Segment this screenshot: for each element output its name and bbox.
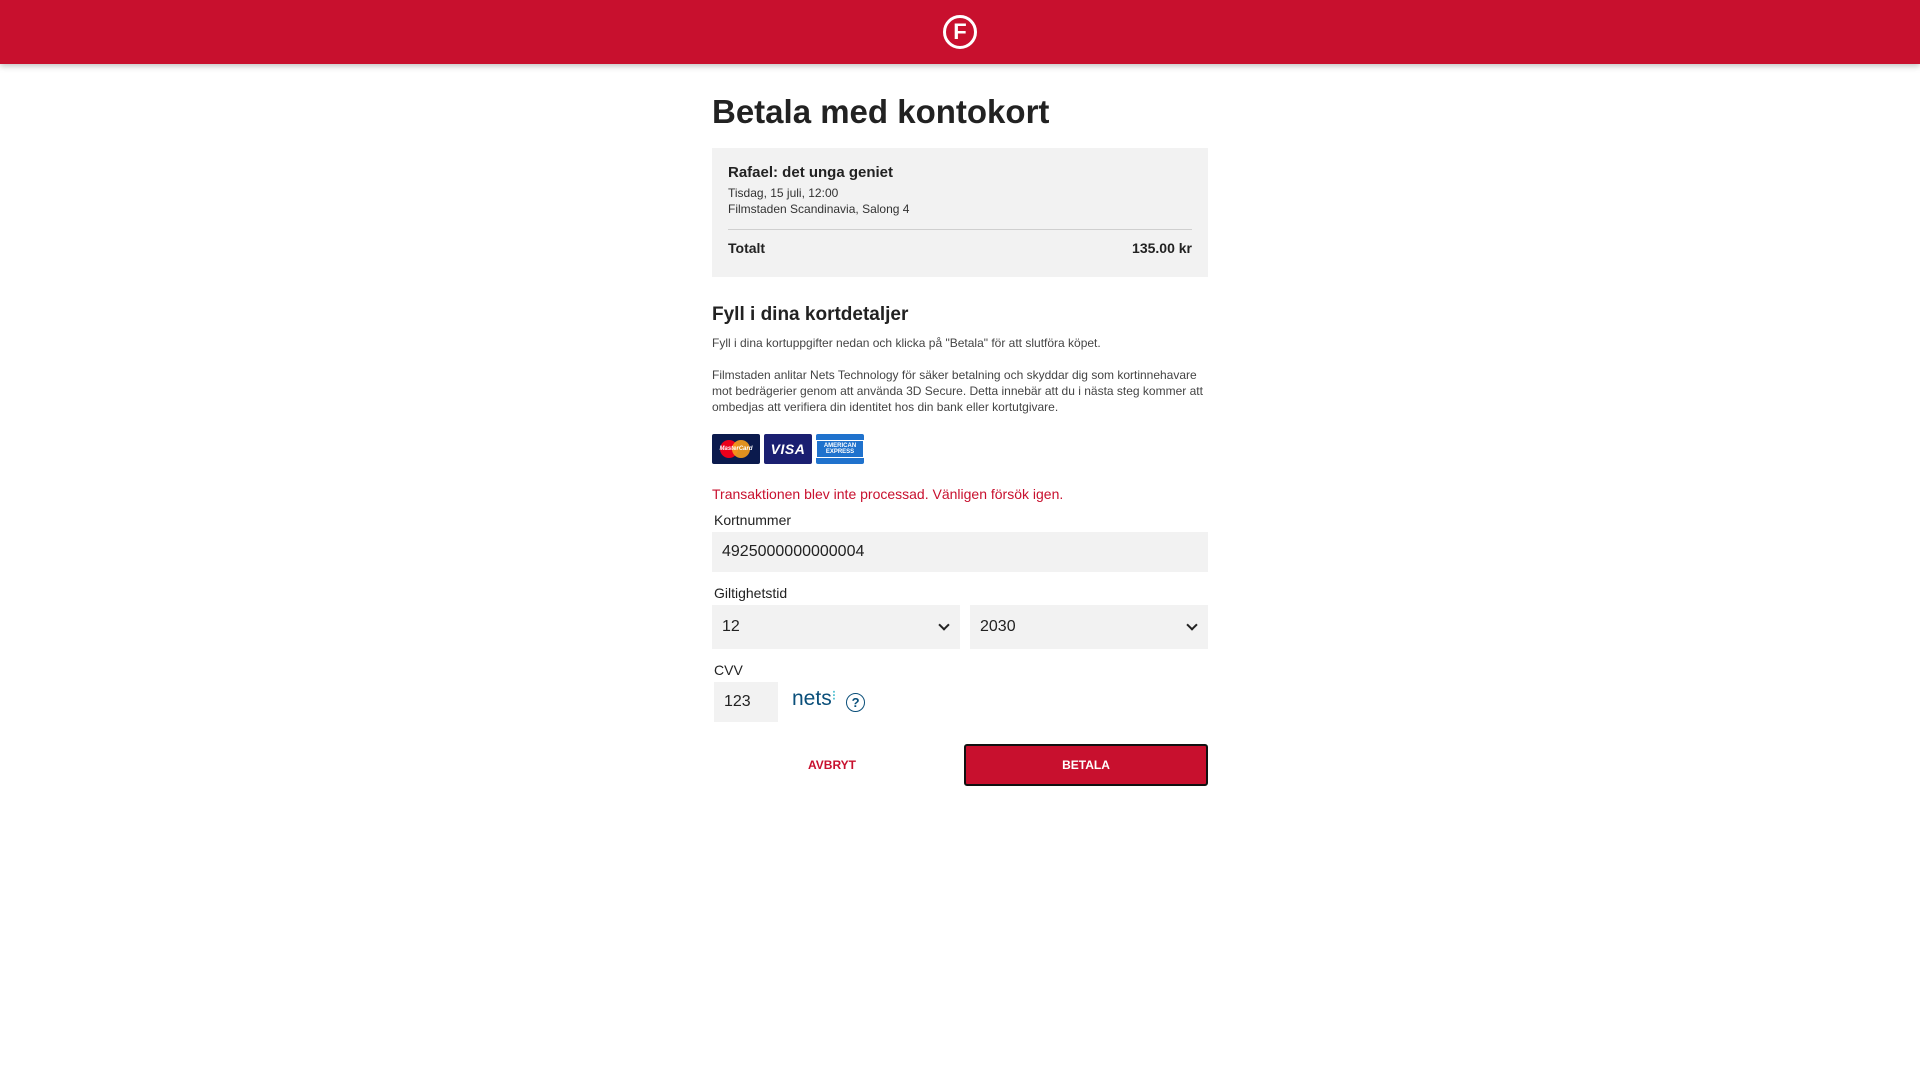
expiry-selects: 12 2030 bbox=[712, 605, 1208, 649]
total-row: Totalt 135.00 kr bbox=[728, 239, 1192, 257]
expiry-month-value: 12 bbox=[722, 618, 740, 635]
expiry-year-select[interactable]: 2030 bbox=[970, 605, 1208, 649]
card-details-title: Fyll i dina kortdetaljer bbox=[712, 304, 909, 325]
cancel-button[interactable]: AVBRYT bbox=[712, 744, 952, 786]
movie-title: Rafael: det unga geniet bbox=[728, 164, 894, 181]
card-number-input[interactable] bbox=[712, 532, 1208, 572]
amex-icon: AMERICAN EXPRESS bbox=[816, 434, 864, 464]
expiry-year-value: 2030 bbox=[980, 618, 1016, 635]
amex-text: AMERICAN EXPRESS bbox=[816, 440, 864, 458]
card-number-label: Kortnummer bbox=[714, 512, 792, 528]
payment-container: Betala med kontokort Rafael: det unga ge… bbox=[712, 90, 1208, 786]
nets-logo-text: nets bbox=[792, 687, 832, 710]
mastercard-text: MasterCard bbox=[719, 446, 753, 452]
card-instructions: Fyll i dina kortuppgifter nedan och klic… bbox=[712, 336, 1101, 350]
expiry-label: Giltighetstid bbox=[714, 585, 788, 601]
pay-button[interactable]: BETALA bbox=[964, 744, 1208, 786]
cvv-input[interactable]: 123 bbox=[714, 682, 778, 722]
logo-letter: F bbox=[953, 19, 967, 44]
cvv-value: 123 bbox=[724, 693, 751, 710]
summary-divider bbox=[728, 229, 1192, 230]
security-info: Filmstaden anlitar Nets Technology för s… bbox=[712, 368, 1203, 414]
show-datetime: Tisdag, 15 juli, 12:00 bbox=[728, 186, 839, 200]
expiry-month-select[interactable]: 12 bbox=[712, 605, 960, 649]
chevron-down-icon bbox=[1186, 619, 1198, 631]
form-actions: AVBRYT BETALA bbox=[712, 744, 1208, 786]
card-logos: MasterCard VISA AMERICAN EXPRESS bbox=[712, 434, 1208, 464]
show-venue: Filmstaden Scandinavia, Salong 4 bbox=[728, 202, 910, 216]
error-message: Transaktionen blev inte processad. Vänli… bbox=[712, 486, 1064, 502]
mastercard-icon: MasterCard bbox=[712, 434, 760, 464]
visa-icon: VISA bbox=[764, 434, 812, 464]
cvv-row: 123 nets⁝ ? bbox=[712, 682, 1208, 722]
visa-text: VISA bbox=[770, 441, 806, 457]
chevron-down-icon bbox=[938, 619, 950, 631]
order-summary: Rafael: det unga geniet Tisdag, 15 juli,… bbox=[712, 148, 1208, 277]
help-icon[interactable]: ? bbox=[846, 692, 866, 712]
help-symbol: ? bbox=[851, 694, 860, 710]
total-label: Totalt bbox=[728, 240, 766, 256]
nets-logo-icon: nets⁝ bbox=[792, 687, 837, 710]
page-title: Betala med kontokort bbox=[712, 93, 1050, 130]
top-bar: F bbox=[0, 0, 1920, 64]
filmstaden-logo-icon[interactable]: F bbox=[943, 15, 977, 49]
cvv-label: CVV bbox=[714, 662, 743, 678]
total-value: 135.00 kr bbox=[1132, 240, 1192, 256]
